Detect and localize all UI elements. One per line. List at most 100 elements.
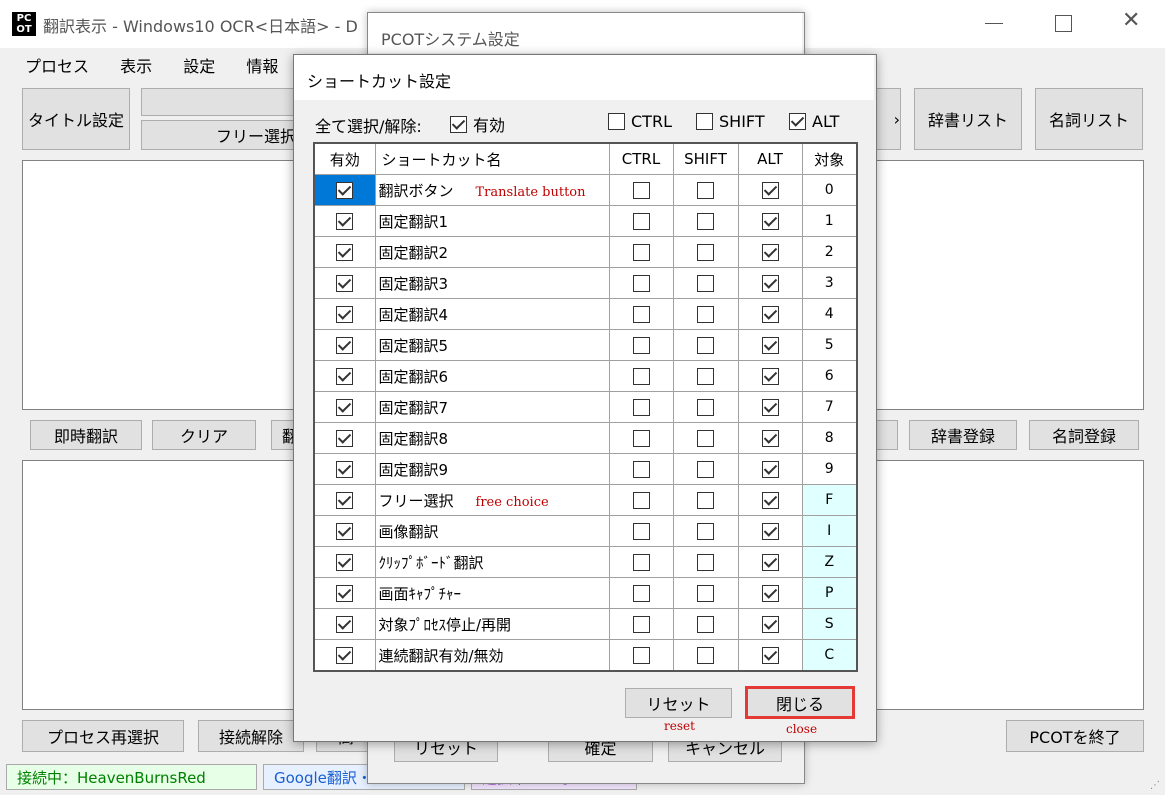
shift-checkbox[interactable] xyxy=(697,492,714,509)
target-key-cell[interactable]: 3 xyxy=(801,267,858,299)
shortcut-row[interactable]: 翻訳ボタン Translate button 0 xyxy=(313,174,858,206)
shift-checkbox[interactable] xyxy=(697,337,714,354)
menu-settings[interactable]: 設定 xyxy=(183,57,215,76)
enable-cell[interactable] xyxy=(313,515,376,547)
target-key-cell[interactable]: S xyxy=(801,608,858,640)
enable-cell[interactable] xyxy=(313,298,376,330)
shortcut-row[interactable]: 画面ｷｬﾌﾟﾁｬｰ P xyxy=(313,577,858,609)
shift-cell[interactable] xyxy=(672,267,739,299)
enable-checkbox[interactable] xyxy=(336,461,354,478)
target-key-cell[interactable]: 0 xyxy=(801,174,858,206)
shift-checkbox[interactable] xyxy=(697,368,714,385)
shift-checkbox[interactable] xyxy=(697,554,714,571)
shift-cell[interactable] xyxy=(672,360,739,392)
alt-checkbox[interactable] xyxy=(761,523,779,540)
shortcut-row[interactable]: 連続翻訳有効/無効 C xyxy=(313,639,858,672)
enable-checkbox[interactable] xyxy=(336,430,354,447)
alt-cell[interactable] xyxy=(737,174,803,206)
master-shift-toggle[interactable]: SHIFT xyxy=(696,112,765,131)
ctrl-cell[interactable] xyxy=(608,205,674,237)
alt-cell[interactable] xyxy=(737,453,803,485)
enable-cell[interactable] xyxy=(313,608,376,640)
ctrl-checkbox[interactable] xyxy=(632,244,650,261)
shift-checkbox[interactable] xyxy=(697,399,714,416)
shift-cell[interactable] xyxy=(672,174,739,206)
alt-cell[interactable] xyxy=(737,329,803,361)
enable-cell[interactable] xyxy=(313,205,376,237)
shift-checkbox[interactable] xyxy=(697,306,714,323)
alt-cell[interactable] xyxy=(737,205,803,237)
ctrl-checkbox[interactable] xyxy=(632,337,650,354)
alt-checkbox[interactable] xyxy=(761,368,779,385)
alt-cell[interactable] xyxy=(737,484,803,516)
enable-cell[interactable] xyxy=(313,329,376,361)
ctrl-checkbox[interactable] xyxy=(632,585,650,602)
ctrl-cell[interactable] xyxy=(608,484,674,516)
shortcut-row[interactable]: ｸﾘｯﾌﾟﾎﾞｰﾄﾞ翻訳 Z xyxy=(313,546,858,578)
target-key-cell[interactable]: 9 xyxy=(801,453,858,485)
shortcut-row[interactable]: 固定翻訳9 9 xyxy=(313,453,858,485)
alt-cell[interactable] xyxy=(737,608,803,640)
enable-checkbox[interactable] xyxy=(336,523,354,540)
alt-checkbox[interactable] xyxy=(761,585,779,602)
alt-checkbox[interactable] xyxy=(761,616,779,633)
target-key-cell[interactable]: F xyxy=(801,484,858,516)
ctrl-checkbox[interactable] xyxy=(632,647,650,664)
ctrl-checkbox[interactable] xyxy=(632,213,650,230)
target-key-cell[interactable]: I xyxy=(801,515,858,547)
enable-checkbox[interactable] xyxy=(336,368,354,385)
clear-button[interactable]: クリア xyxy=(152,420,256,450)
shortcut-row[interactable]: 対象ﾌﾟﾛｾｽ停止/再開 S xyxy=(313,608,858,640)
ctrl-cell[interactable] xyxy=(608,267,674,299)
maximize-icon[interactable] xyxy=(1055,15,1072,32)
shift-cell[interactable] xyxy=(672,391,739,423)
ctrl-checkbox[interactable] xyxy=(632,461,650,478)
enable-checkbox[interactable] xyxy=(336,337,354,354)
enable-checkbox[interactable] xyxy=(336,182,354,199)
alt-cell[interactable] xyxy=(737,298,803,330)
enable-checkbox[interactable] xyxy=(336,244,354,261)
enable-checkbox[interactable] xyxy=(336,492,354,509)
enable-checkbox[interactable] xyxy=(336,554,354,571)
shift-checkbox[interactable] xyxy=(697,461,714,478)
alt-cell[interactable] xyxy=(737,236,803,268)
master-shift-checkbox[interactable] xyxy=(696,113,713,130)
ctrl-checkbox[interactable] xyxy=(632,430,650,447)
shift-cell[interactable] xyxy=(672,639,739,672)
shift-cell[interactable] xyxy=(672,205,739,237)
target-key-cell[interactable]: P xyxy=(801,577,858,609)
menu-view[interactable]: 表示 xyxy=(120,57,152,76)
ctrl-checkbox[interactable] xyxy=(632,182,650,199)
shortcut-row[interactable]: 固定翻訳5 5 xyxy=(313,329,858,361)
master-enable-checkbox[interactable] xyxy=(450,115,467,133)
alt-checkbox[interactable] xyxy=(761,182,779,199)
alt-checkbox[interactable] xyxy=(761,461,779,478)
alt-cell[interactable] xyxy=(737,422,803,454)
alt-checkbox[interactable] xyxy=(761,554,779,571)
enable-checkbox[interactable] xyxy=(336,616,354,633)
shift-checkbox[interactable] xyxy=(697,523,714,540)
shift-checkbox[interactable] xyxy=(697,430,714,447)
target-key-cell[interactable]: Z xyxy=(801,546,858,578)
ctrl-cell[interactable] xyxy=(608,391,674,423)
enable-cell[interactable] xyxy=(313,422,376,454)
enable-cell[interactable] xyxy=(313,236,376,268)
enable-cell[interactable] xyxy=(313,546,376,578)
shortcut-reset-button[interactable]: リセット xyxy=(625,688,732,718)
enable-cell[interactable] xyxy=(313,360,376,392)
alt-checkbox[interactable] xyxy=(761,244,779,261)
shortcut-row[interactable]: 固定翻訳7 7 xyxy=(313,391,858,423)
noun-list-button[interactable]: 名詞リスト xyxy=(1035,88,1143,150)
ctrl-cell[interactable] xyxy=(608,546,674,578)
shift-checkbox[interactable] xyxy=(697,616,714,633)
shift-cell[interactable] xyxy=(672,577,739,609)
alt-cell[interactable] xyxy=(737,360,803,392)
shift-cell[interactable] xyxy=(672,608,739,640)
ctrl-checkbox[interactable] xyxy=(632,492,650,509)
shortcut-row[interactable]: 画像翻訳 I xyxy=(313,515,858,547)
shift-cell[interactable] xyxy=(672,298,739,330)
instant-translate-button[interactable]: 即時翻訳 xyxy=(30,420,142,450)
ctrl-checkbox[interactable] xyxy=(632,554,650,571)
alt-checkbox[interactable] xyxy=(761,306,779,323)
ctrl-cell[interactable] xyxy=(608,329,674,361)
